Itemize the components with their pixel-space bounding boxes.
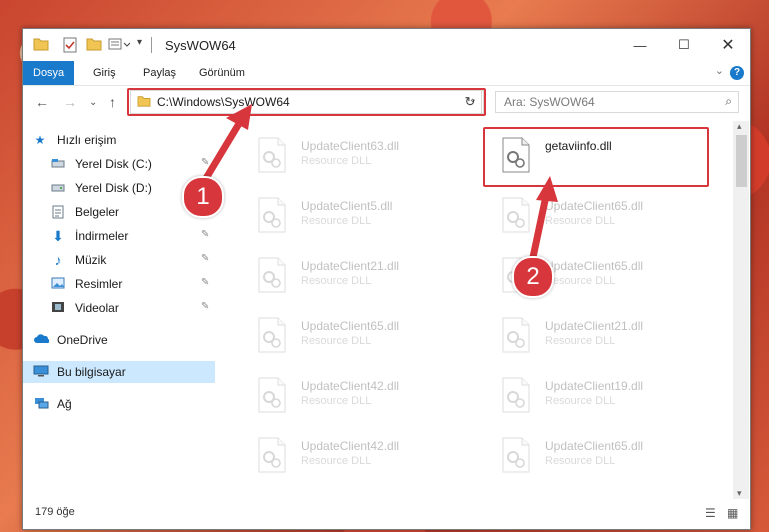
arrow-1 xyxy=(201,118,244,184)
annotation-arrows xyxy=(201,104,558,266)
step-badge-1: 1 xyxy=(182,176,224,218)
arrow-2-head xyxy=(536,176,558,202)
step-badge-2: 2 xyxy=(512,256,554,298)
arrow-2 xyxy=(528,192,550,266)
